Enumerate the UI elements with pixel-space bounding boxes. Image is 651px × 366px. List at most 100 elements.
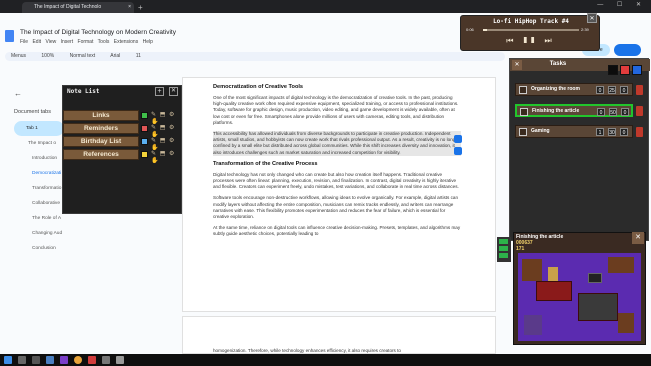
add-comment-icon[interactable] xyxy=(454,135,462,143)
document-title[interactable]: The Impact of Digital Technology on Mode… xyxy=(20,29,176,36)
task-row[interactable]: Organizing the room 0 25 0 xyxy=(515,83,633,96)
pet-button[interactable] xyxy=(499,253,508,258)
outline-item[interactable]: Introduction xyxy=(14,151,64,166)
menu-insert[interactable]: Insert xyxy=(61,39,74,45)
note-actions-icons[interactable]: ✎ ⬒ ⚙ ✋ xyxy=(151,150,183,164)
menu-view[interactable]: View xyxy=(45,39,56,45)
note-links[interactable]: Links xyxy=(63,110,139,121)
app-icon[interactable] xyxy=(88,356,96,364)
outline-item[interactable]: The Role of A xyxy=(14,211,64,226)
color-red-button[interactable] xyxy=(620,65,630,75)
app-icon[interactable] xyxy=(116,356,124,364)
color-black-button[interactable] xyxy=(608,65,618,75)
outline-item[interactable]: Collaborative xyxy=(14,196,64,211)
page-side-actions xyxy=(454,135,462,159)
task-minutes[interactable]: 30 xyxy=(608,128,616,136)
outline-item[interactable]: The Impact o xyxy=(14,136,64,151)
font-size-field[interactable]: 11 xyxy=(136,53,141,59)
floor-mat xyxy=(578,293,618,321)
close-notes-button[interactable]: ✕ xyxy=(169,87,178,96)
tasks-title: Tasks xyxy=(549,61,567,67)
note-list-panel: Note List + ✕ Links ✎ ⬒ ⚙ ✋ Reminders ✎ … xyxy=(62,85,182,214)
app-icon[interactable] xyxy=(60,356,68,364)
menu-help[interactable]: Help xyxy=(143,39,153,45)
task-seconds[interactable]: 0 xyxy=(620,128,628,136)
progress-bar[interactable] xyxy=(483,29,579,31)
style-select[interactable]: Normal text xyxy=(70,53,96,59)
pet-button[interactable] xyxy=(499,246,508,251)
search-icon[interactable] xyxy=(18,356,26,364)
outline-item[interactable]: Changing Aud xyxy=(14,226,64,241)
delete-task-icon[interactable] xyxy=(636,127,643,137)
color-blue-button[interactable] xyxy=(632,65,642,75)
tab-close-icon[interactable]: × xyxy=(128,2,131,13)
task-color-buttons xyxy=(608,65,644,75)
task-seconds[interactable]: 0 xyxy=(620,86,628,94)
playback-controls[interactable]: ⏮ ❚❚ ⏭ xyxy=(483,36,579,46)
task-row-active[interactable]: Finishing the article 0 50 0 xyxy=(515,104,633,117)
close-music-button[interactable]: ✕ xyxy=(587,13,597,23)
task-minutes[interactable]: 50 xyxy=(609,108,617,116)
outline-item[interactable]: Transformatio xyxy=(14,181,64,196)
note-references[interactable]: References xyxy=(63,149,139,160)
note-birthday-list[interactable]: Birthday List xyxy=(63,136,139,147)
menu-extensions[interactable]: Extensions xyxy=(114,39,138,45)
note-color-swatch[interactable] xyxy=(141,151,148,158)
close-pet-button[interactable]: ✕ xyxy=(632,232,644,244)
zoom-select[interactable]: 100% xyxy=(41,53,54,59)
os-taskbar xyxy=(0,354,651,366)
progress-fill xyxy=(483,29,487,31)
paragraph: One of the most significant impacts of d… xyxy=(213,95,459,125)
note-color-swatch[interactable] xyxy=(141,138,148,145)
heading-transformation: Transformation of the Creative Process xyxy=(213,160,318,167)
heading-democratization: Democratization of Creative Tools xyxy=(213,84,304,90)
menus-search[interactable]: Menus xyxy=(11,53,26,59)
character[interactable] xyxy=(548,267,558,281)
window-controls[interactable]: — ☐ ✕ xyxy=(597,1,647,8)
task-minutes[interactable]: 25 xyxy=(608,86,616,94)
add-note-button[interactable]: + xyxy=(155,87,164,96)
tab-title: The Impact of Digital Technolo xyxy=(34,4,102,10)
note-color-swatch[interactable] xyxy=(141,112,148,119)
cabinet xyxy=(618,313,634,333)
app-icon[interactable] xyxy=(102,356,110,364)
steam-icon[interactable] xyxy=(46,356,54,364)
outline-tab-1[interactable]: Tab 1 xyxy=(14,121,64,136)
chrome-icon[interactable] xyxy=(74,356,82,364)
task-hours[interactable]: 0 xyxy=(596,86,604,94)
menu-file[interactable]: File xyxy=(20,39,28,45)
pet-button[interactable] xyxy=(499,239,508,244)
pixel-room-scene[interactable] xyxy=(518,253,641,341)
new-tab-button[interactable]: + xyxy=(138,2,143,13)
suggest-edit-icon[interactable] xyxy=(454,147,462,155)
paragraph-selected: This accessibility has allowed individua… xyxy=(213,131,461,156)
task-hours[interactable]: 0 xyxy=(597,108,605,116)
browser-tab[interactable]: The Impact of Digital Technolo × xyxy=(22,2,134,13)
taskview-icon[interactable] xyxy=(32,356,40,364)
docs-logo-icon[interactable] xyxy=(5,30,14,42)
task-checkbox[interactable] xyxy=(519,86,527,94)
note-item: Reminders ✎ ⬒ ⚙ ✋ xyxy=(63,123,183,138)
start-icon[interactable] xyxy=(4,356,12,364)
note-item: Birthday List ✎ ⬒ ⚙ ✋ xyxy=(63,136,183,151)
account-button[interactable] xyxy=(614,44,641,56)
font-select[interactable]: Arial xyxy=(110,53,120,59)
menu-edit[interactable]: Edit xyxy=(32,39,41,45)
task-name: Gaming xyxy=(531,128,550,134)
menu-format[interactable]: Format xyxy=(78,39,94,45)
document-body[interactable]: Democratization of Creative Tools One of… xyxy=(213,84,461,243)
task-row[interactable]: Gaming 1 30 0 xyxy=(515,125,633,138)
note-reminders[interactable]: Reminders xyxy=(63,123,139,134)
music-player: Lo-fi HipHop Track #4 0:06 2:39 ⏮ ❚❚ ⏭ xyxy=(460,15,600,51)
delete-task-icon[interactable] xyxy=(636,106,643,116)
delete-task-icon[interactable] xyxy=(636,85,643,95)
task-seconds[interactable]: 0 xyxy=(621,108,629,116)
task-checkbox[interactable] xyxy=(519,128,527,136)
menu-tools[interactable]: Tools xyxy=(98,39,110,45)
task-hours[interactable]: 1 xyxy=(596,128,604,136)
outline-item[interactable]: Conclusion xyxy=(14,241,64,256)
outline-item-active[interactable]: Democratizati xyxy=(14,166,64,181)
note-color-swatch[interactable] xyxy=(141,125,148,132)
back-arrow-icon[interactable]: ← xyxy=(14,89,22,98)
task-checkbox[interactable] xyxy=(520,108,528,116)
